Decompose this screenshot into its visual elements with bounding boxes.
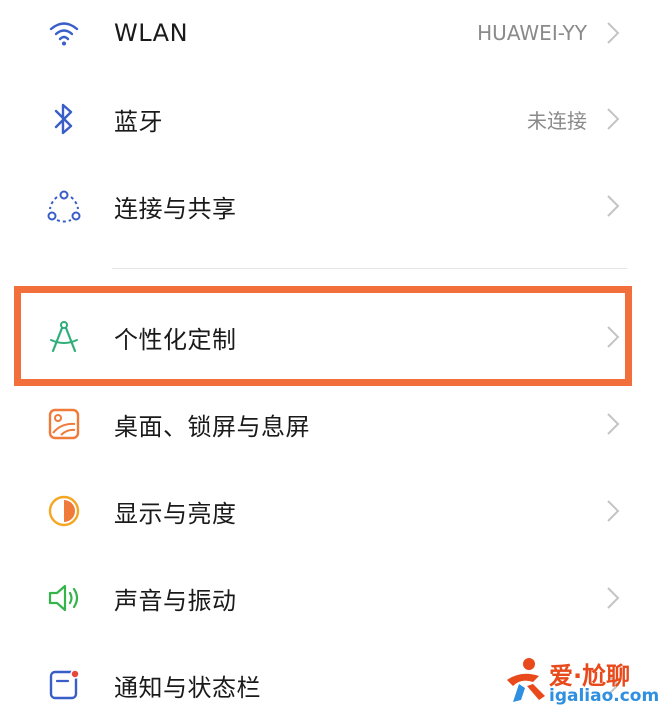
- bluetooth-status: 未连接: [527, 108, 587, 133]
- chevron-right-icon: [603, 18, 623, 48]
- settings-item-label: 连接与共享: [114, 194, 237, 223]
- settings-item-label: 桌面、锁屏与息屏: [114, 412, 310, 441]
- chevron-right-icon: [603, 322, 623, 352]
- chevron-right-icon: [603, 104, 623, 134]
- chevron-right-icon: [603, 409, 623, 439]
- settings-item-label: 通知与状态栏: [114, 673, 261, 702]
- bluetooth-icon: [44, 99, 84, 139]
- settings-item-display-brightness[interactable]: 显示与亮度: [0, 468, 667, 554]
- settings-item-wlan[interactable]: WLAN HUAWEI-YY: [0, 0, 667, 76]
- section-divider: [112, 268, 627, 269]
- settings-item-connection-sharing[interactable]: 连接与共享: [0, 163, 667, 249]
- settings-item-sound-vibration[interactable]: 声音与振动: [0, 555, 667, 641]
- settings-item-label: WLAN: [114, 19, 189, 47]
- settings-item-label: 显示与亮度: [114, 499, 237, 528]
- compass-icon: [44, 317, 84, 357]
- chevron-right-icon: [603, 496, 623, 526]
- settings-item-personalize[interactable]: 个性化定制: [0, 294, 667, 380]
- settings-item-label: 蓝牙: [114, 107, 163, 136]
- watermark-logo-icon: [499, 654, 549, 708]
- chevron-right-icon: [603, 583, 623, 613]
- brightness-icon: [44, 491, 84, 531]
- wifi-icon: [44, 13, 84, 53]
- settings-item-label: 个性化定制: [114, 325, 237, 354]
- wlan-network-name: HUAWEI-YY: [477, 21, 587, 45]
- watermark-url: igaliao.com: [549, 686, 660, 706]
- notification-icon: [44, 665, 84, 705]
- watermark: 爱·尬聊 igaliao.com: [499, 650, 659, 710]
- connection-share-icon: [44, 186, 84, 226]
- settings-item-label: 声音与振动: [114, 586, 237, 615]
- settings-item-bluetooth[interactable]: 蓝牙 未连接: [0, 76, 667, 162]
- wallpaper-icon: [44, 404, 84, 444]
- speaker-icon: [44, 578, 84, 618]
- settings-item-desktop-lockscreen[interactable]: 桌面、锁屏与息屏: [0, 381, 667, 467]
- chevron-right-icon: [603, 191, 623, 221]
